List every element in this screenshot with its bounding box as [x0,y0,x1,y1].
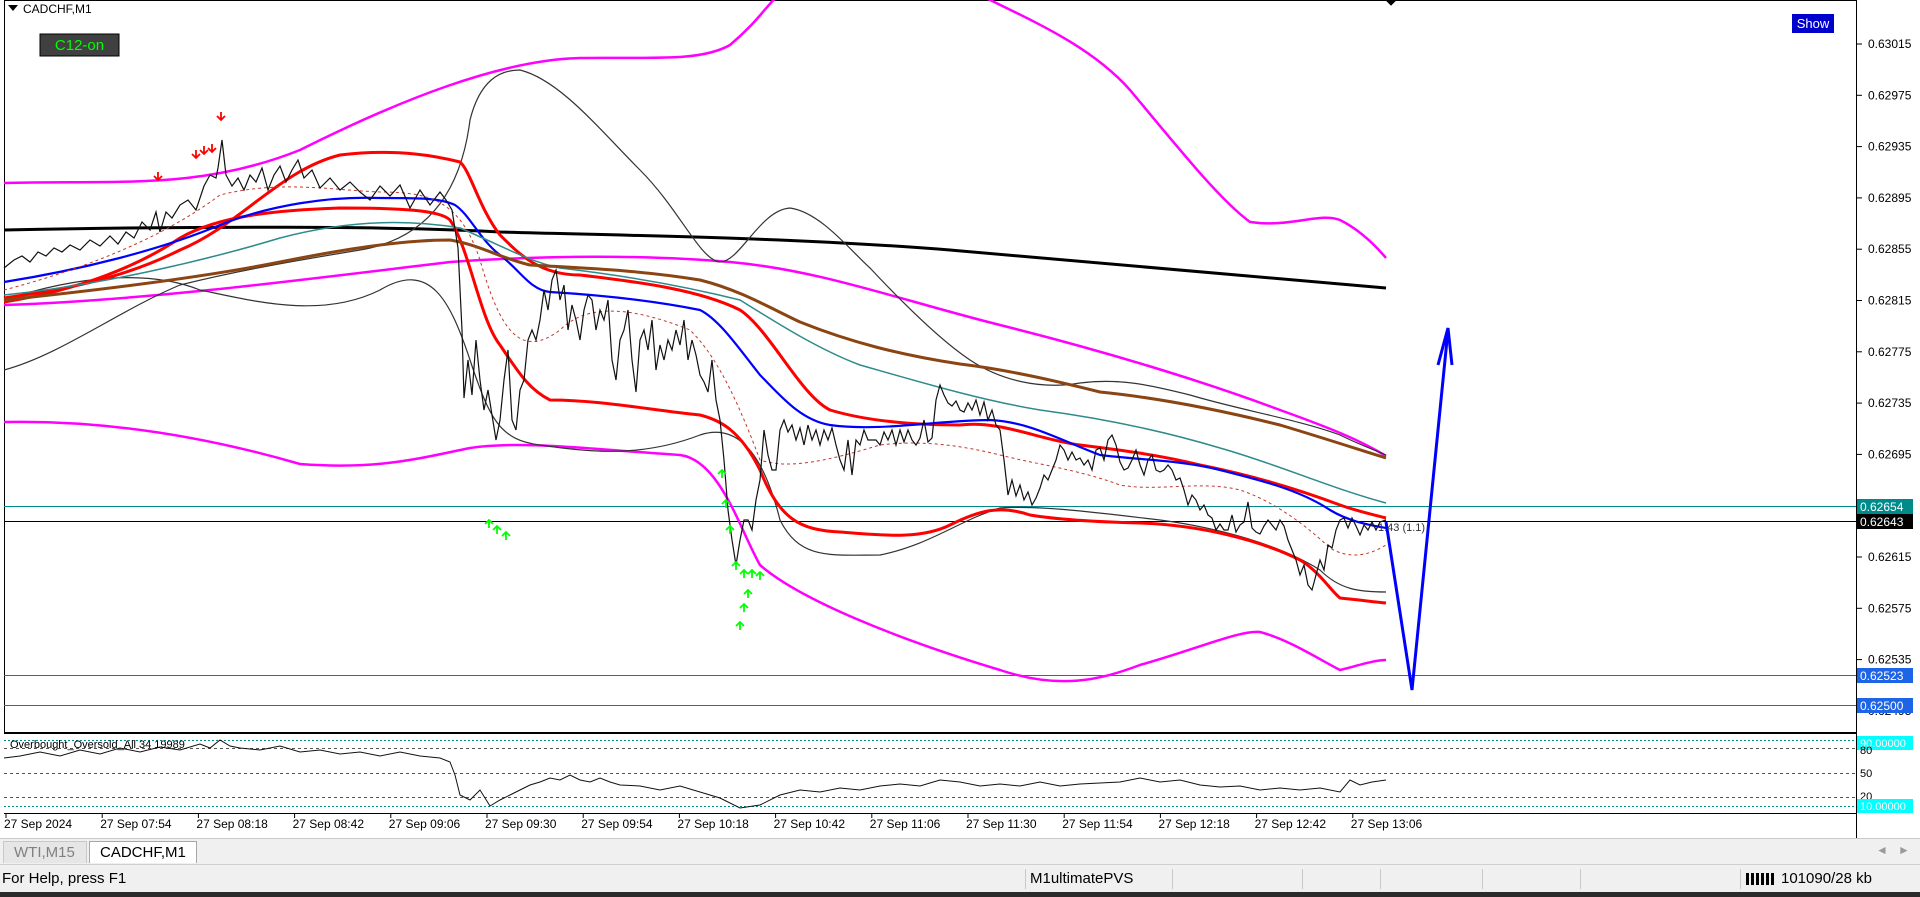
time-tick-label: 27 Sep 08:42 [293,817,365,831]
price-tick-label: 0.62935 [1868,140,1912,154]
indicator-label: Overbought_Oversold_All 34 19989 [10,739,185,751]
tab-scroll-right-icon[interactable]: ► [1898,843,1910,857]
price-ticks: 0.63015 0.62975 0.62935 0.62895 0.62855 0.628… [1856,37,1912,718]
tab-cadchf-m1[interactable]: CADCHF,M1 [89,841,197,863]
svg-text:0.62523: 0.62523 [1860,669,1904,683]
top-marker [1385,0,1397,6]
buy-arrows [484,468,765,630]
indicator-bottom-value: 10.00000 [1860,801,1906,813]
show-button[interactable]: Show [1792,14,1834,33]
status-help-text: For Help, press F1 [2,870,127,887]
time-tick-label: 27 Sep 07:54 [100,817,172,831]
status-bar: For Help, press F1 M1ultimatePVS 101090/… [0,864,1920,893]
time-tick-label: 27 Sep 11:30 [966,817,1037,831]
time-tick-label: 27 Sep 11:06 [870,817,941,831]
time-tick-label: 27 Sep 12:18 [1158,817,1230,831]
red-mid-band [3,206,1387,605]
time-tick-label: 27 Sep 13:06 [1351,817,1423,831]
tab-scroll-left-icon[interactable]: ◄ [1876,843,1888,857]
dashed-signal-line [3,186,1387,556]
inline-price-label: 1.43 (1.1) [1378,522,1425,534]
magenta-upper-band-right [987,0,1387,259]
svg-text:0.62500: 0.62500 [1860,699,1904,713]
connection-bars-icon [1746,873,1774,885]
price-tick-label: 0.62975 [1868,88,1912,102]
status-profile: M1ultimatePVS [1030,870,1134,887]
sell-arrows [153,112,226,182]
plot-frame [4,0,1857,733]
time-tick-label: 27 Sep 09:06 [389,817,461,831]
price-marker-support-1: 0.62523 [1857,668,1913,683]
price-marker-upper: 0.62654 [1857,499,1913,514]
price-tick-label: 0.62695 [1868,447,1912,461]
time-axis: 27 Sep 2024 27 Sep 07:54 27 Sep 08:18 27 Se… [4,813,1423,831]
price-tick-label: 0.63015 [1868,37,1912,51]
price-tick-label: 0.62615 [1868,550,1912,564]
time-tick-label: 27 Sep 10:42 [774,817,846,831]
price-tick-label: 0.62735 [1868,396,1912,410]
thin-black-lower-env [3,277,1387,593]
chart-window[interactable]: 0.63015 0.62975 0.62935 0.62895 0.62855 0.628… [0,0,1920,838]
thin-black-upper-env [3,69,1387,456]
time-tick-label: 27 Sep 2024 [4,817,72,831]
window-bottom-strip [0,892,1920,897]
indicator-level-50-label: 50 [1860,768,1872,780]
c12-toggle-label: C12-on [55,37,104,54]
price-marker-support-2: 0.62500 [1857,698,1913,713]
chart-title: CADCHF,M1 [23,2,92,16]
indicator-pane[interactable]: Overbought_Oversold_All 34 19989 90.0000… [3,736,1913,813]
magenta-mid-band [3,255,1387,458]
title-dropdown-icon[interactable] [8,5,18,11]
time-tick-label: 27 Sep 11:54 [1062,817,1133,831]
tab-wti-m15[interactable]: WTI,M15 [3,841,87,863]
price-tick-label: 0.62815 [1868,294,1912,308]
price-tick-label: 0.62895 [1868,191,1912,205]
price-marker-current: 0.62643 [1857,514,1913,529]
time-tick-label: 27 Sep 08:18 [196,817,268,831]
status-connection: 101090/28 kb [1781,870,1872,887]
price-tick-label: 0.62855 [1868,242,1912,256]
time-tick-label: 27 Sep 10:18 [677,817,749,831]
show-button-label: Show [1797,16,1830,31]
svg-text:0.62643: 0.62643 [1860,515,1904,529]
time-tick-label: 27 Sep 12:42 [1255,817,1327,831]
svg-text:0.62654: 0.62654 [1860,500,1904,514]
chart-canvas[interactable]: 0.63015 0.62975 0.62935 0.62895 0.62855 0.628… [0,0,1920,838]
price-tick-label: 0.62575 [1868,601,1912,615]
time-tick-label: 27 Sep 09:30 [485,817,557,831]
chart-tabs: WTI,M15 CADCHF,M1 ◄ ► [0,838,1920,865]
price-tick-label: 0.62535 [1868,653,1912,667]
indicator-level-80-label: 80 [1860,745,1872,757]
price-tick-label: 0.62775 [1868,345,1912,359]
c12-toggle-button[interactable]: C12-on [39,33,120,57]
forecast-arrow [1384,329,1450,691]
magenta-upper-band [3,0,776,185]
time-tick-label: 27 Sep 09:54 [581,817,653,831]
